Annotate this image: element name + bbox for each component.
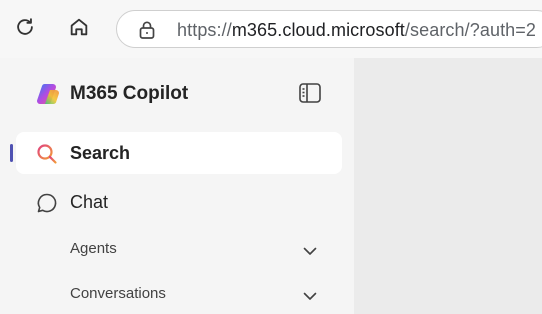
home-icon	[70, 18, 88, 36]
sidebar-item-search[interactable]: Search	[16, 132, 342, 174]
refresh-icon	[17, 18, 33, 35]
sidebar-item-label: Search	[70, 143, 131, 163]
chevron-down-icon[interactable]	[302, 243, 318, 259]
brand-title: M365 Copilot	[70, 83, 189, 104]
url-path: /search/?auth=2	[404, 20, 537, 40]
search-icon	[37, 144, 57, 164]
chat-icon	[37, 193, 57, 213]
url-host: m365.cloud.microsoft	[231, 20, 405, 40]
home-button[interactable]	[64, 12, 94, 42]
chevron-down-icon[interactable]	[302, 288, 318, 304]
main-content	[354, 58, 542, 314]
section-label: Agents	[70, 240, 117, 257]
active-indicator	[10, 144, 13, 162]
url-text[interactable]: https://m365.cloud.microsoft/search/?aut…	[177, 20, 536, 41]
browser-toolbar: https://m365.cloud.microsoft/search/?aut…	[0, 0, 542, 58]
address-bar[interactable]: https://m365.cloud.microsoft/search/?aut…	[116, 10, 542, 48]
refresh-button[interactable]	[10, 12, 40, 42]
section-label: Conversations	[70, 285, 166, 302]
section-agents[interactable]: Agents	[16, 233, 342, 267]
copilot-logo-icon	[37, 83, 59, 104]
sidebar-item-chat[interactable]: Chat	[16, 181, 342, 223]
sidebar-item-label: Chat	[70, 192, 109, 212]
lock-icon[interactable]	[137, 20, 157, 40]
url-scheme: https://	[177, 20, 232, 40]
sidebar-toggle-icon[interactable]	[298, 82, 322, 104]
section-conversations[interactable]: Conversations	[16, 278, 342, 312]
